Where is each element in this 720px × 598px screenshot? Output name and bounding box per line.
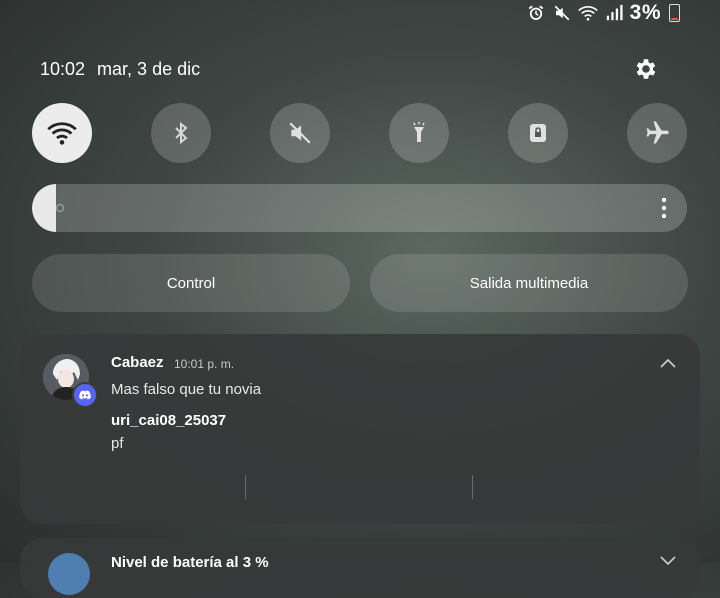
- control-button-label: Control: [166, 274, 216, 292]
- wifi-icon: [47, 122, 77, 145]
- toggle-sound[interactable]: [270, 103, 330, 163]
- media-output-button-label: Salida multimedia: [469, 274, 589, 292]
- bluetooth-icon: [175, 121, 188, 145]
- battery-percent: 3%: [629, 1, 661, 24]
- action-divider: [472, 475, 473, 499]
- control-button[interactable]: Control: [32, 254, 350, 312]
- more-options-icon[interactable]: [661, 197, 667, 219]
- notification-username: uri_cai08_25037: [111, 412, 227, 429]
- airplane-icon: [646, 121, 669, 144]
- mute-icon: [552, 3, 572, 23]
- mute-icon: [289, 122, 311, 144]
- discord-icon: [72, 382, 98, 408]
- toggle-wifi[interactable]: [32, 103, 92, 163]
- battery-icon: [669, 4, 680, 22]
- date[interactable]: mar, 3 de dic: [97, 59, 200, 80]
- notification-card-battery[interactable]: Nivel de batería al 3 %: [20, 538, 700, 598]
- battery-app-icon: [48, 553, 90, 595]
- action-divider: [245, 475, 246, 499]
- signal-icon: [604, 3, 624, 23]
- flashlight-icon: [413, 122, 425, 142]
- toggle-bluetooth[interactable]: [151, 103, 211, 163]
- notification-sender: Cabaez: [111, 354, 164, 371]
- toggle-airplane[interactable]: [627, 103, 687, 163]
- sun-icon: [55, 203, 65, 213]
- toggle-secure-folder[interactable]: [508, 103, 568, 163]
- chevron-up-icon[interactable]: [660, 358, 676, 368]
- settings-button[interactable]: [632, 55, 660, 83]
- brightness-slider[interactable]: [32, 184, 687, 232]
- chevron-down-icon[interactable]: [660, 556, 676, 566]
- notification-body: pf: [111, 435, 124, 452]
- wifi-icon: [577, 3, 598, 23]
- clock[interactable]: 10:02: [40, 59, 85, 80]
- header-datetime: 10:02 mar, 3 de dic: [40, 59, 200, 80]
- notification-message: Mas falso que tu novia: [111, 381, 262, 398]
- lock-icon: [530, 124, 546, 142]
- status-bar: 3%: [526, 0, 680, 26]
- media-output-button[interactable]: Salida multimedia: [370, 254, 688, 312]
- notification-card[interactable]: Cabaez 10:01 p. m. Mas falso que tu novi…: [20, 334, 700, 524]
- gear-icon: [636, 59, 656, 79]
- alarm-icon: [526, 3, 546, 23]
- notification-time: 10:01 p. m.: [174, 357, 235, 371]
- toggle-flashlight[interactable]: [389, 103, 449, 163]
